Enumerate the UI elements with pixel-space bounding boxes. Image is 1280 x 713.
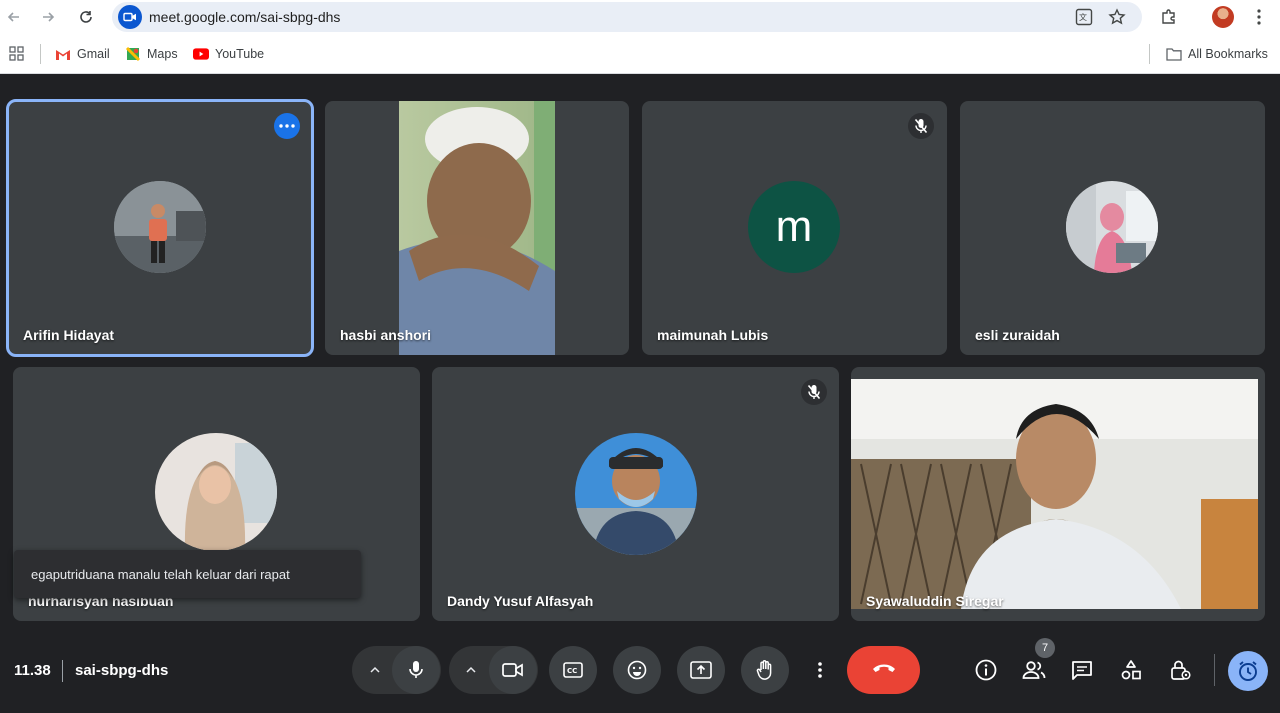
notification-toast: egaputriduana manalu telah keluar dari r… bbox=[14, 550, 361, 598]
people-icon[interactable] bbox=[1019, 655, 1049, 685]
bookmark-youtube[interactable]: YouTube bbox=[193, 46, 264, 62]
bookmark-star-icon[interactable] bbox=[1107, 7, 1127, 27]
reload-icon[interactable] bbox=[74, 5, 98, 29]
participant-name: Syawaluddin Siregar bbox=[866, 593, 1004, 609]
svg-text:CC: CC bbox=[567, 667, 577, 675]
bookmark-maps[interactable]: Maps bbox=[125, 46, 178, 62]
letter-avatar: m bbox=[748, 181, 840, 273]
folder-icon bbox=[1166, 46, 1182, 62]
meeting-time: 11.38 bbox=[14, 662, 51, 679]
browser-menu-icon[interactable] bbox=[1247, 5, 1271, 29]
activities-icon[interactable] bbox=[1116, 655, 1146, 685]
forward-arrow-icon[interactable] bbox=[36, 5, 60, 29]
participant-name: esli zuraidah bbox=[975, 327, 1060, 343]
back-arrow-icon[interactable] bbox=[2, 5, 26, 29]
meeting-separator bbox=[62, 660, 63, 682]
participant-tile[interactable]: hasbi anshori bbox=[325, 101, 629, 355]
translate-icon[interactable]: 文 bbox=[1074, 7, 1094, 27]
host-controls-lock-icon[interactable] bbox=[1165, 655, 1195, 685]
participant-avatar bbox=[114, 181, 206, 273]
youtube-icon bbox=[193, 46, 209, 62]
participant-name: Arifin Hidayat bbox=[23, 327, 115, 343]
profile-avatar[interactable] bbox=[1212, 6, 1234, 28]
participant-count-badge: 7 bbox=[1035, 638, 1055, 658]
apps-grid-icon[interactable] bbox=[9, 46, 24, 61]
present-screen-icon[interactable] bbox=[677, 646, 725, 694]
bookmark-gmail[interactable]: Gmail bbox=[55, 46, 110, 62]
emoji-reaction-icon[interactable] bbox=[613, 646, 661, 694]
end-call-button[interactable] bbox=[847, 646, 920, 694]
more-options-vertical-icon[interactable] bbox=[804, 646, 836, 694]
mic-options-chevron-icon[interactable] bbox=[357, 646, 393, 694]
participant-tile[interactable]: m maimunah Lubis bbox=[642, 101, 947, 355]
mic-off-icon bbox=[908, 113, 934, 139]
camera-options-chevron-icon[interactable] bbox=[453, 646, 489, 694]
extensions-puzzle-icon[interactable] bbox=[1157, 5, 1181, 29]
all-bookmarks-button[interactable]: All Bookmarks bbox=[1166, 46, 1268, 62]
microphone-icon[interactable] bbox=[392, 646, 440, 694]
participant-video bbox=[851, 379, 1258, 609]
participant-name: hasbi anshori bbox=[340, 327, 432, 343]
meet-camera-icon bbox=[118, 5, 142, 29]
maps-icon bbox=[125, 46, 141, 62]
participant-tile[interactable]: esli zuraidah bbox=[960, 101, 1265, 355]
chat-icon[interactable] bbox=[1067, 655, 1097, 685]
raise-hand-icon[interactable] bbox=[741, 646, 789, 694]
svg-text:文: 文 bbox=[1079, 12, 1087, 22]
participant-avatar bbox=[155, 433, 277, 551]
bookmarks-separator bbox=[1149, 44, 1150, 64]
meeting-info-icon[interactable] bbox=[971, 655, 1001, 685]
controls-separator bbox=[1214, 654, 1215, 686]
participant-name: maimunah Lubis bbox=[657, 327, 769, 343]
address-bar[interactable]: meet.google.com/sai-sbpg-dhs 文 bbox=[112, 2, 1142, 32]
mic-off-icon bbox=[801, 379, 827, 405]
url-text: meet.google.com/sai-sbpg-dhs bbox=[149, 9, 341, 25]
participant-tile[interactable]: Dandy Yusuf Alfasyah bbox=[432, 367, 839, 621]
participant-name: Dandy Yusuf Alfasyah bbox=[447, 593, 594, 609]
participant-avatar bbox=[575, 433, 697, 555]
bookmarks-bar: Gmail Maps YouTube All Bookmarks bbox=[0, 34, 1280, 74]
phone-hangup-icon bbox=[871, 661, 897, 679]
timer-alarm-icon[interactable] bbox=[1228, 651, 1268, 691]
meeting-code: sai-sbpg-dhs bbox=[75, 662, 169, 679]
gmail-icon bbox=[55, 46, 71, 62]
participant-avatar bbox=[1066, 181, 1158, 273]
camera-icon[interactable] bbox=[489, 646, 537, 694]
more-options-icon[interactable] bbox=[274, 113, 300, 139]
captions-icon[interactable]: CC bbox=[549, 646, 597, 694]
bookmarks-separator bbox=[40, 44, 41, 64]
participant-tile[interactable]: Syawaluddin Siregar bbox=[851, 367, 1265, 621]
participant-video bbox=[399, 101, 555, 355]
participant-tile[interactable]: Arifin Hidayat bbox=[6, 99, 314, 357]
browser-toolbar: meet.google.com/sai-sbpg-dhs 文 bbox=[0, 0, 1280, 34]
